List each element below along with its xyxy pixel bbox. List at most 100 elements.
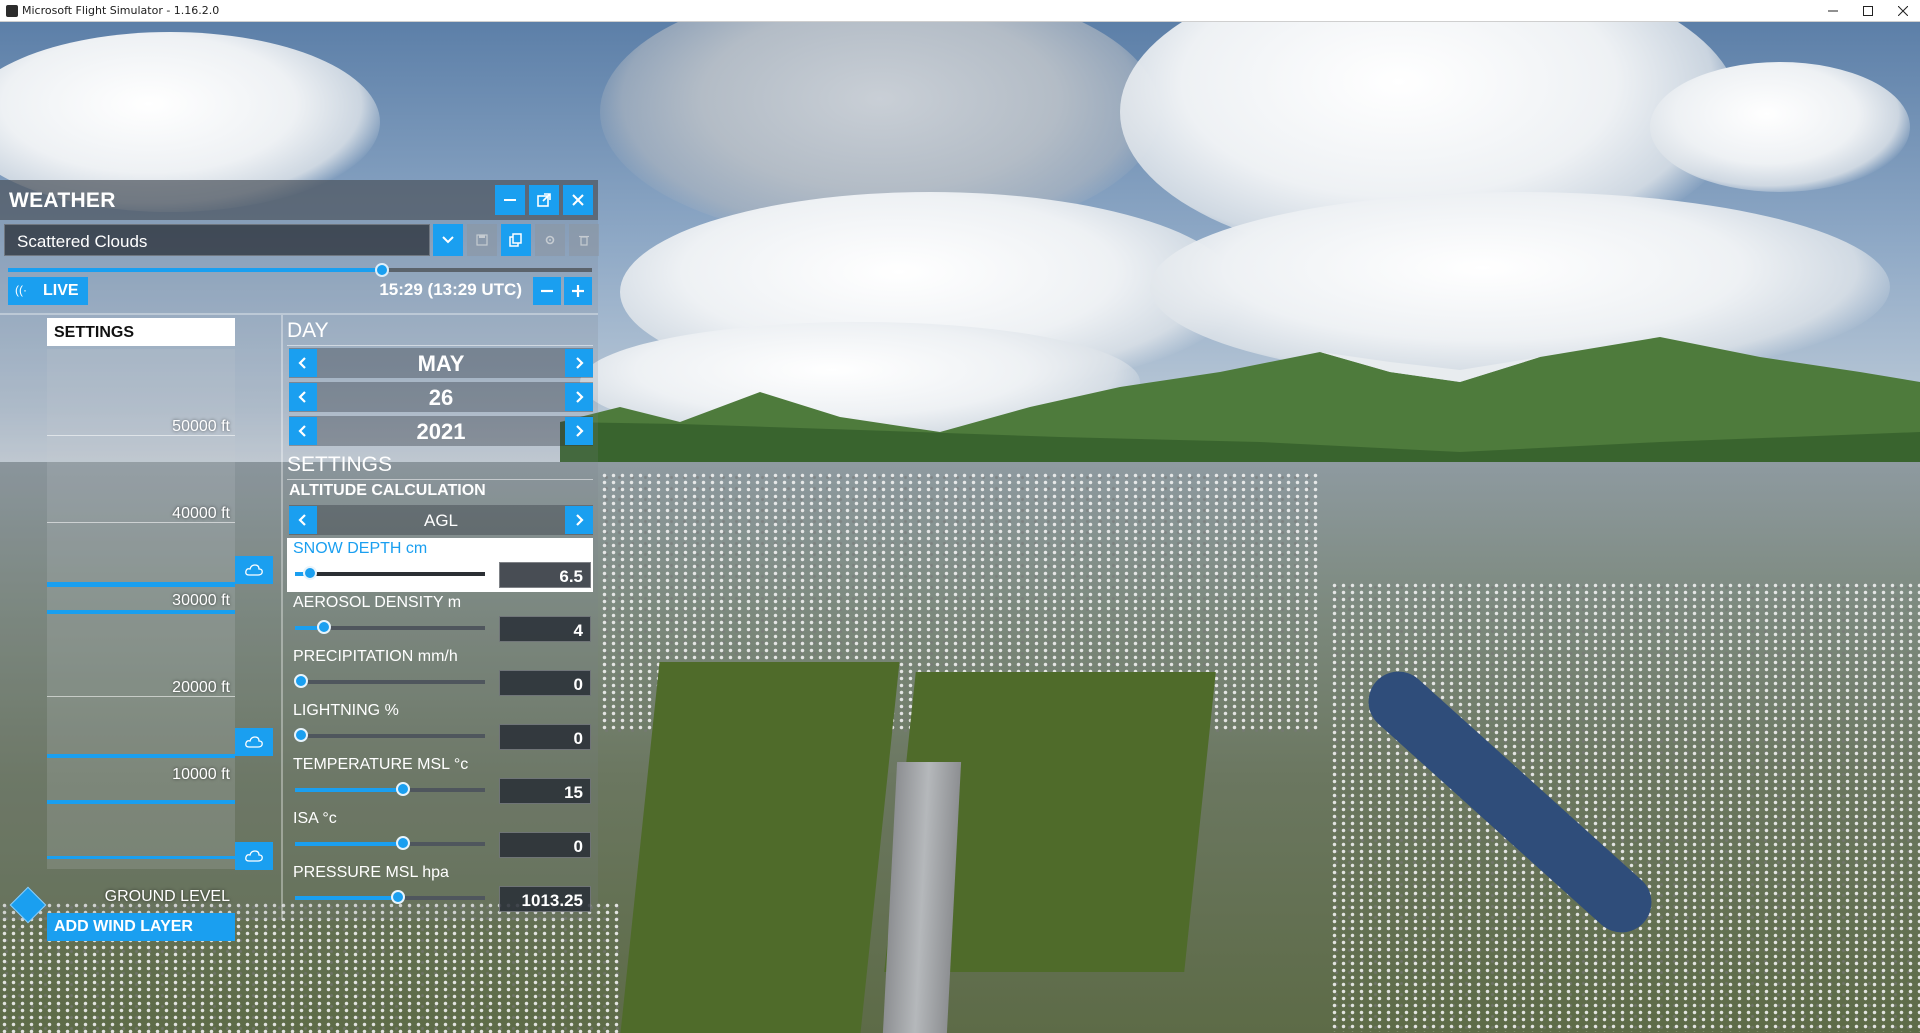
close-window-button[interactable] [1880, 0, 1920, 22]
snow-depth-slider[interactable] [295, 566, 485, 580]
ground-level-label: GROUND LEVEL [104, 888, 230, 905]
cloud-layer-band[interactable] [47, 610, 235, 614]
year-stepper: 2021 [289, 416, 593, 446]
chevron-right-icon [576, 391, 584, 403]
precipitation-slider[interactable] [293, 674, 485, 688]
snow-depth-label: SNOW DEPTH cm [293, 540, 428, 557]
cloud-layer-band[interactable] [47, 800, 235, 804]
precipitation-row: PRECIPITATION mm/h 0 [287, 646, 593, 700]
cloud-layer-handle[interactable] [235, 728, 273, 756]
precipitation-label: PRECIPITATION mm/h [293, 648, 458, 665]
pressure-slider[interactable] [295, 890, 485, 904]
lightning-input[interactable]: 0 [499, 724, 591, 750]
slider-handle[interactable] [293, 674, 308, 688]
temperature-row: TEMPERATURE MSL °c 15 [287, 754, 593, 808]
cloud-layer-band[interactable] [47, 582, 235, 587]
aerosol-density-value: 4 [573, 621, 583, 640]
preset-dropdown-button[interactable] [433, 224, 463, 256]
delete-preset-button[interactable] [569, 224, 599, 256]
isa-input[interactable]: 0 [499, 832, 591, 858]
grass-field [620, 662, 900, 1033]
live-label: LIVE [43, 282, 79, 299]
undock-panel-button[interactable] [529, 185, 559, 215]
month-value: MAY [417, 351, 465, 376]
temperature-label: TEMPERATURE MSL °c [293, 756, 469, 773]
divider [287, 345, 593, 346]
cloud-layer-handle[interactable] [235, 842, 273, 870]
time-slider-handle[interactable] [374, 263, 389, 277]
minimize-panel-button[interactable] [495, 185, 525, 215]
maximize-icon [1863, 6, 1873, 16]
settings-column: DAY MAY 26 2021 SETTINGS ALTITUDE CALCUL… [283, 315, 598, 920]
cloud-layer-band[interactable] [47, 856, 235, 859]
pressure-label: PRESSURE MSL hpa [293, 864, 449, 881]
year-prev-button[interactable] [289, 417, 317, 445]
temperature-value: 15 [564, 783, 583, 802]
aerosol-density-slider[interactable] [295, 620, 485, 634]
chevron-left-icon [298, 357, 306, 369]
temperature-input[interactable]: 15 [499, 778, 591, 804]
pressure-input[interactable]: 1013.25 [499, 886, 591, 912]
aerosol-density-label: AEROSOL DENSITY m [293, 594, 462, 611]
panel-title: WEATHER [9, 189, 116, 212]
lightning-slider[interactable] [293, 728, 485, 742]
add-wind-layer-label: ADD WIND LAYER [54, 918, 193, 935]
save-preset-button[interactable] [467, 224, 497, 256]
snow-depth-input[interactable]: 6.5 [499, 562, 591, 588]
altitude-calc-prev-button[interactable] [289, 506, 317, 534]
precipitation-input[interactable]: 0 [499, 670, 591, 696]
aerosol-density-input[interactable]: 4 [499, 616, 591, 642]
slider-handle[interactable] [303, 566, 318, 580]
time-increase-button[interactable] [564, 277, 592, 305]
altitude-label-50000: 50000 ft [172, 418, 230, 435]
altitude-layers-column: SETTINGS 50000 ft 40000 ft 30000 ft 2000… [0, 315, 282, 941]
minus-icon [504, 199, 516, 201]
precipitation-value: 0 [573, 675, 583, 694]
month-prev-button[interactable] [289, 349, 317, 377]
lightning-value: 0 [573, 729, 583, 748]
year-next-button[interactable] [565, 417, 593, 445]
close-panel-button[interactable] [563, 185, 593, 215]
plus-icon [572, 285, 584, 297]
copy-preset-button[interactable] [501, 224, 531, 256]
time-slider[interactable] [8, 263, 592, 277]
cloud-layer-band[interactable] [47, 754, 235, 758]
month-stepper: MAY [289, 348, 593, 378]
preset-row: Scattered Clouds [4, 224, 599, 256]
live-weather-button[interactable]: ((· LIVE [8, 277, 88, 305]
slider-handle[interactable] [390, 890, 405, 904]
chevron-left-icon [298, 514, 306, 526]
altitude-settings-tab[interactable]: SETTINGS [47, 318, 235, 346]
altitude-calc-next-button[interactable] [565, 506, 593, 534]
weather-preset-select[interactable]: Scattered Clouds [4, 224, 430, 256]
wind-layer-handle[interactable] [9, 886, 47, 924]
date-next-button[interactable] [565, 383, 593, 411]
slider-handle[interactable] [396, 836, 411, 850]
isa-slider[interactable] [295, 836, 485, 850]
chevron-right-icon [576, 514, 584, 526]
slider-handle[interactable] [396, 782, 411, 796]
year-value: 2021 [416, 419, 466, 444]
altitude-settings-label: SETTINGS [54, 324, 135, 341]
slider-fill [295, 788, 404, 792]
time-slider-fill [8, 268, 382, 272]
slider-handle[interactable] [316, 620, 331, 634]
preset-settings-button[interactable] [535, 224, 565, 256]
isa-value: 0 [573, 837, 583, 856]
time-decrease-button[interactable] [533, 277, 561, 305]
gear-icon [545, 235, 555, 245]
cloud-layer-handle[interactable] [235, 556, 273, 584]
slider-handle[interactable] [293, 728, 308, 742]
chevron-right-icon [576, 425, 584, 437]
close-icon [572, 194, 584, 206]
add-wind-layer-button[interactable]: ADD WIND LAYER [47, 913, 235, 941]
pressure-row: PRESSURE MSL hpa 1013.25 [287, 862, 593, 916]
altitude-label-10000: 10000 ft [172, 766, 230, 783]
altitude-calculation-label: ALTITUDE CALCULATION [289, 482, 486, 499]
minimize-icon [1828, 10, 1838, 12]
month-next-button[interactable] [565, 349, 593, 377]
external-window-icon [537, 193, 551, 207]
date-prev-button[interactable] [289, 383, 317, 411]
temperature-slider[interactable] [295, 782, 485, 796]
altitude-label-20000: 20000 ft [172, 679, 230, 696]
